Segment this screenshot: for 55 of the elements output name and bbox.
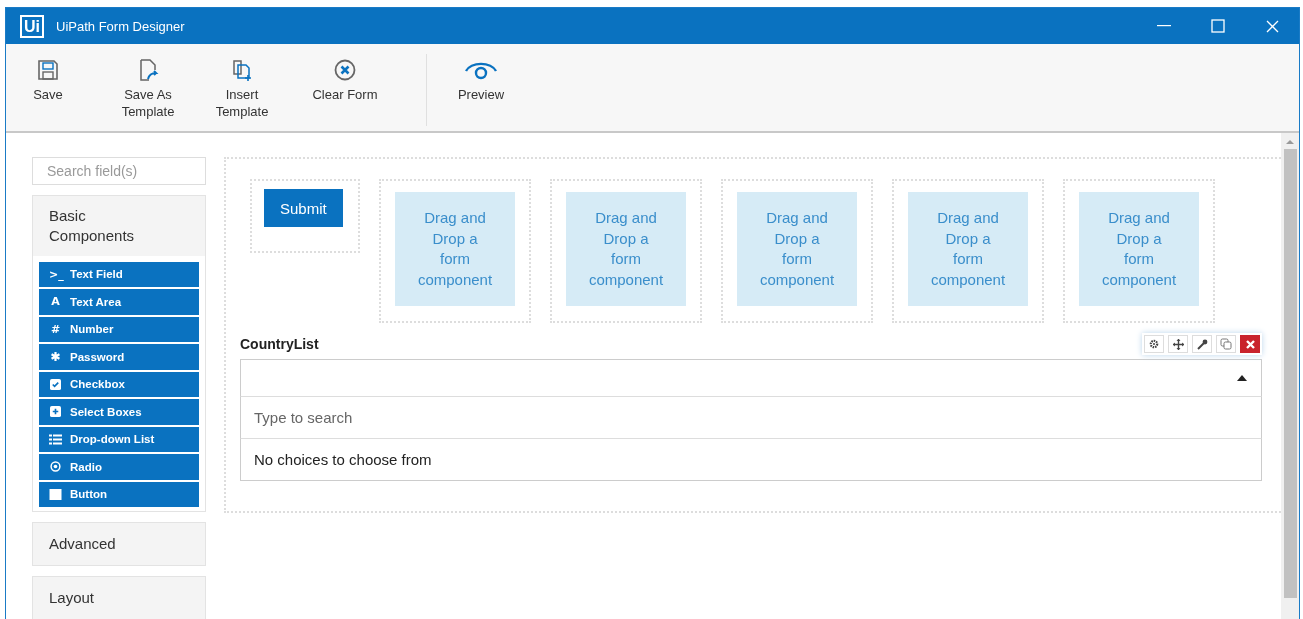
letter-icon: A	[49, 295, 62, 309]
move-button[interactable]	[1168, 335, 1188, 353]
clear-button[interactable]: Clear Form	[296, 58, 394, 103]
hash-icon: #	[49, 322, 62, 336]
plus-square-icon	[49, 406, 62, 418]
wrench-icon	[1196, 338, 1208, 350]
accordion-header[interactable]: Layout	[33, 577, 205, 619]
component-item[interactable]: Button	[39, 481, 199, 507]
search-field[interactable]: Type to search	[240, 397, 1262, 439]
component-item[interactable]: Select Boxes	[39, 399, 199, 425]
asterisk-icon	[49, 351, 62, 363]
accordion-header[interactable]: Advanced	[33, 523, 205, 565]
copy-icon	[1220, 338, 1232, 350]
caret-up-icon	[1237, 375, 1247, 381]
square-icon	[49, 488, 62, 500]
drop-zone[interactable]: Drag and Drop a form component	[1079, 192, 1199, 306]
dropdown-field[interactable]	[240, 359, 1262, 397]
radio-icon	[49, 461, 62, 473]
save-button[interactable]: Save	[28, 58, 68, 103]
component-item[interactable]: # Number	[39, 316, 199, 342]
settings-button[interactable]	[1144, 335, 1164, 353]
component-item[interactable]: Checkbox	[39, 371, 199, 397]
close-icon	[1265, 19, 1279, 33]
circle-x-icon	[333, 58, 357, 82]
accordion-header[interactable]: Basic Components	[33, 195, 205, 256]
component-item[interactable]: A Text Area	[39, 289, 199, 315]
gear-icon	[1149, 339, 1159, 349]
component-item[interactable]: Radio	[39, 454, 199, 480]
drop-zone[interactable]: Drag and Drop a form component	[395, 192, 515, 306]
drop-zone[interactable]: Drag and Drop a form component	[908, 192, 1028, 306]
documents-plus-icon	[230, 58, 254, 82]
component-item[interactable]: >_ Text Field	[39, 261, 199, 287]
component-item[interactable]: Drop-down List	[39, 426, 199, 452]
search-field[interactable]: Search field(s)	[32, 157, 206, 185]
scroll-up-icon[interactable]	[1286, 139, 1294, 145]
move-arrows-icon	[1172, 338, 1184, 350]
submit-button[interactable]: Submit	[264, 189, 343, 227]
wrench-button[interactable]	[1192, 335, 1212, 353]
maximize-icon	[1211, 19, 1225, 33]
preview-button[interactable]: Preview	[441, 58, 521, 103]
app-logo: Ui	[20, 14, 44, 38]
terminal-icon: >_	[49, 267, 62, 281]
checkbox-icon	[49, 378, 62, 390]
window-title: UiPath Form Designer	[56, 18, 185, 34]
remove-button[interactable]	[1240, 335, 1260, 353]
list-icon	[49, 433, 62, 445]
minimize-icon	[1157, 25, 1171, 27]
empty-message: No choices to choose from	[240, 439, 1262, 481]
component-item[interactable]: Password	[39, 344, 199, 370]
insert-button[interactable]: Insert Template	[202, 58, 282, 120]
save-as-button[interactable]: Save As Template	[108, 58, 188, 120]
field-label: CountryList	[240, 336, 319, 352]
drop-zone[interactable]: Drag and Drop a form component	[737, 192, 857, 306]
drop-zone[interactable]: Drag and Drop a form component	[566, 192, 686, 306]
x-icon	[1245, 339, 1255, 349]
